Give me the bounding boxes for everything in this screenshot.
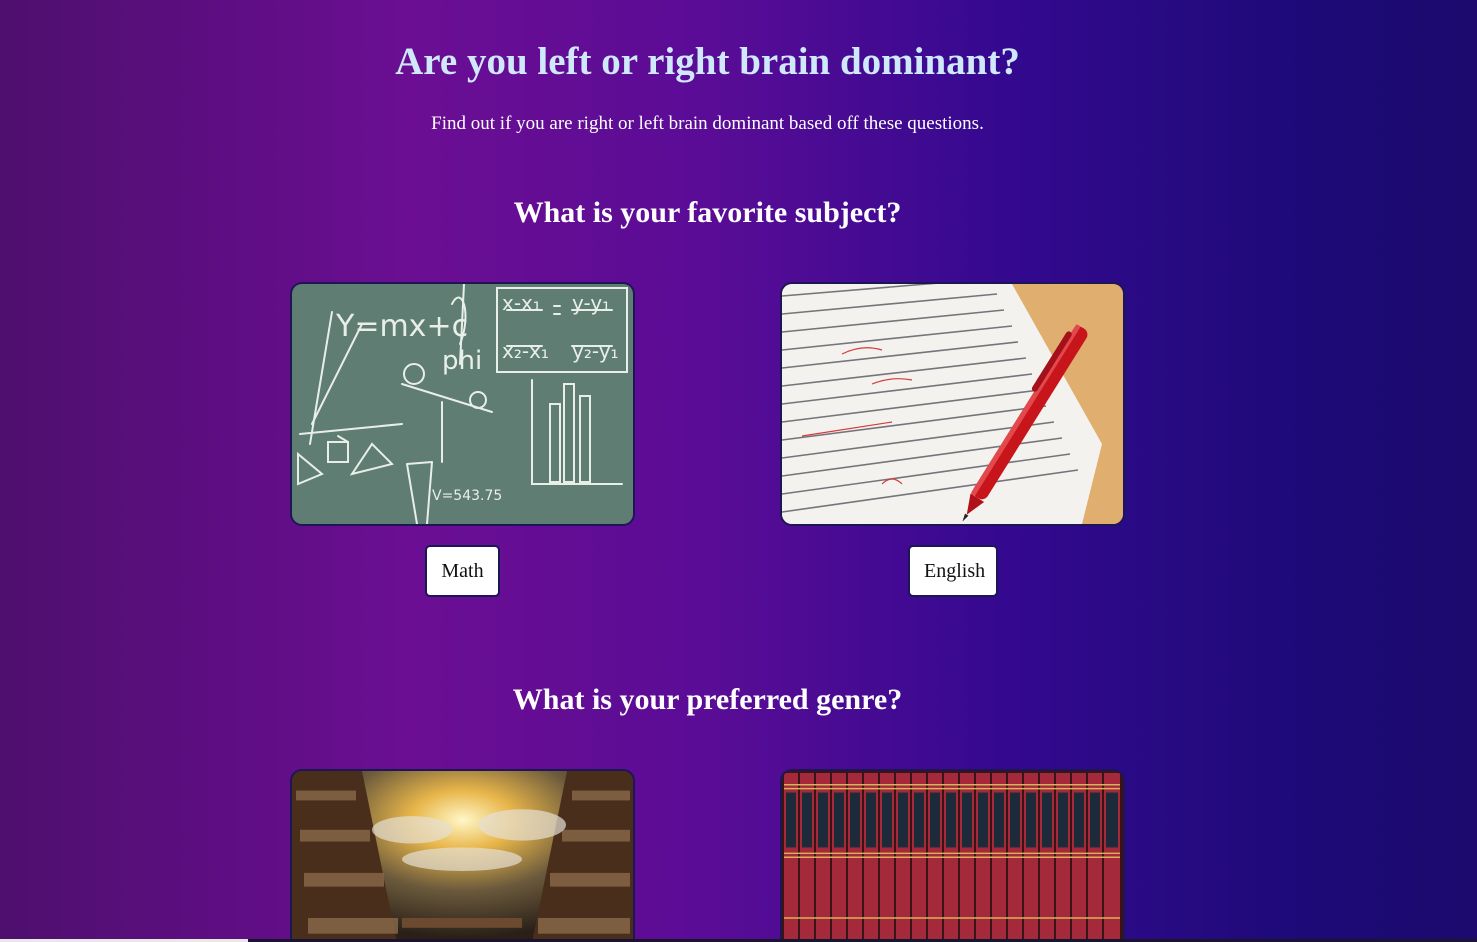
fantasy-library-image[interactable] [290,769,635,942]
math-button[interactable]: Math [425,545,500,597]
page-subtitle: Find out if you are right or left brain … [431,113,984,134]
essay-with-red-pen-image[interactable] [780,282,1125,526]
chalkboard-math-image[interactable]: Y=mx+c phi x-x₁ y-y₁ x₂-x₁ y₂-y₁ V=543.7… [290,282,635,526]
question-preferred-genre: What is your preferred genre? [512,683,903,716]
svg-text:x₂-x₁: x₂-x₁ [502,339,549,363]
english-button[interactable]: English [908,545,998,597]
page-title: Are you left or right brain dominant? [395,40,1020,83]
question-favorite-subject: What is your favorite subject? [513,196,902,229]
svg-text:x-x₁: x-x₁ [502,291,541,315]
value-text: V=543.75 [432,488,502,504]
greek-text: phi [442,346,482,376]
equation-text: Y=mx+c [335,309,468,344]
svg-text:y-y₁: y-y₁ [572,291,610,315]
encyclopedia-books-image[interactable] [780,769,1125,942]
svg-text:y₂-y₁: y₂-y₁ [572,339,619,363]
